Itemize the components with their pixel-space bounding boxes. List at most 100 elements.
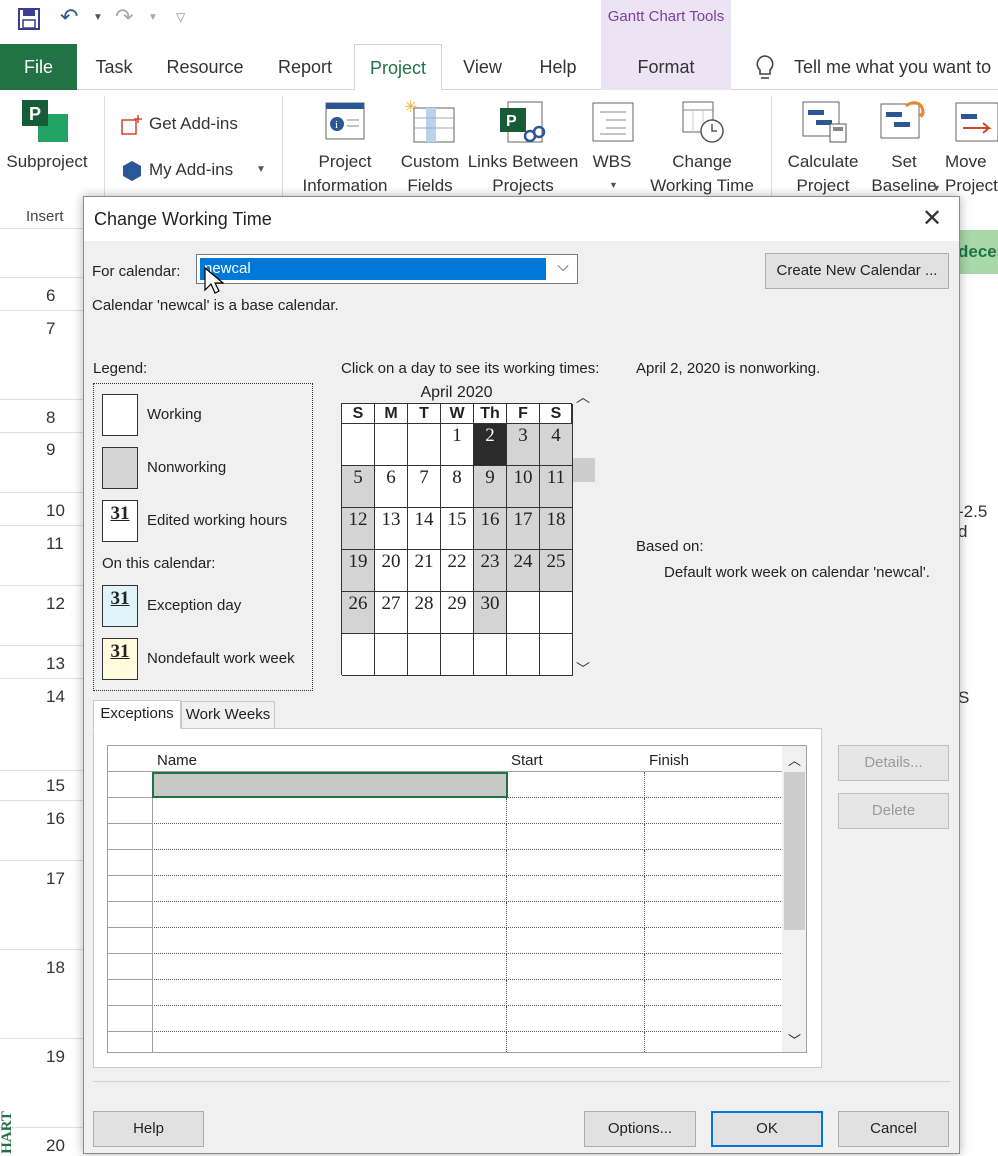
calendar-day[interactable]: 8	[441, 466, 474, 508]
calendar-select[interactable]: newcal ⌵	[196, 254, 578, 284]
calendar-day[interactable]: 28	[408, 592, 441, 634]
column-header-name[interactable]: Name	[152, 746, 507, 772]
calendar-day[interactable]: 13	[375, 508, 408, 550]
project-information-button[interactable]: Project Information	[292, 150, 398, 198]
scroll-up-icon[interactable]: ︿	[576, 387, 590, 407]
row-header-cell[interactable]	[108, 980, 153, 1006]
grid-scroll-thumb[interactable]	[784, 772, 805, 930]
scroll-up-icon[interactable]: ︿	[788, 750, 801, 769]
calendar-day[interactable]: 23	[474, 550, 507, 592]
row-header-cell[interactable]	[108, 824, 153, 850]
chevron-down-icon[interactable]: ⌵	[552, 258, 574, 280]
my-addins-button[interactable]: My Add-ins	[149, 158, 233, 182]
wbs-button[interactable]: WBS	[588, 150, 636, 174]
grid-scrollbar[interactable]: ︿ ﹀	[782, 746, 806, 1052]
column-header-finish[interactable]: Finish	[644, 746, 783, 772]
calculate-project-button[interactable]: Calculate Project	[780, 150, 866, 198]
calendar-day[interactable]: 2	[474, 424, 507, 466]
calendar-day[interactable]: 25	[540, 550, 573, 592]
calendar-day[interactable]: 27	[375, 592, 408, 634]
calendar-day[interactable]: 4	[540, 424, 573, 466]
table-row[interactable]	[108, 980, 783, 1006]
table-row[interactable]	[108, 850, 783, 876]
tab-project[interactable]: Project	[354, 44, 442, 91]
scroll-down-icon[interactable]: ﹀	[576, 659, 590, 679]
row-header-cell[interactable]	[108, 876, 153, 902]
create-new-calendar-button[interactable]: Create New Calendar ...	[765, 253, 949, 289]
set-baseline-dropdown-icon[interactable]: ▼	[932, 183, 941, 193]
table-row[interactable]	[108, 1006, 783, 1032]
table-row[interactable]	[108, 876, 783, 902]
links-between-projects-button[interactable]: Links Between Projects	[466, 150, 580, 198]
calendar-day[interactable]: 7	[408, 466, 441, 508]
calendar-day[interactable]: 29	[441, 592, 474, 634]
column-header-start[interactable]: Start	[506, 746, 645, 772]
calendar-day[interactable]: 22	[441, 550, 474, 592]
ok-button[interactable]: OK	[711, 1111, 823, 1147]
tab-format[interactable]: Format	[601, 44, 731, 90]
move-project-button[interactable]: Move Project	[945, 150, 998, 198]
redo-dropdown-icon[interactable]: ▼	[148, 12, 158, 23]
get-addins-button[interactable]: Get Add-ins	[149, 112, 238, 136]
row-header-cell[interactable]	[108, 772, 153, 798]
wbs-dropdown-icon[interactable]: ▼	[609, 180, 618, 190]
calendar-day[interactable]: 1	[441, 424, 474, 466]
calendar-day[interactable]: 11	[540, 466, 573, 508]
calendar-day[interactable]: 5	[342, 466, 375, 508]
save-icon[interactable]	[18, 8, 40, 30]
calendar-day[interactable]: 19	[342, 550, 375, 592]
tell-me-search[interactable]: Tell me what you want to	[794, 44, 998, 90]
row-header-cell[interactable]	[108, 928, 153, 954]
calendar-day[interactable]: 20	[375, 550, 408, 592]
calendar-day[interactable]: 15	[441, 508, 474, 550]
tab-report[interactable]: Report	[270, 44, 340, 90]
calendar-day[interactable]: 3	[507, 424, 540, 466]
table-row[interactable]	[108, 1032, 783, 1052]
table-row[interactable]	[108, 824, 783, 850]
row-header-cell[interactable]	[108, 902, 153, 928]
row-header-cell[interactable]	[108, 1006, 153, 1032]
cancel-button[interactable]: Cancel	[838, 1111, 949, 1147]
undo-icon[interactable]: ↶	[60, 4, 78, 30]
change-working-time-button[interactable]: Change Working Time	[645, 150, 759, 198]
row-header-cell[interactable]	[108, 798, 153, 824]
tab-help[interactable]: Help	[530, 44, 586, 90]
table-row[interactable]	[108, 902, 783, 928]
calendar-day[interactable]: 26	[342, 592, 375, 634]
customize-qat-icon[interactable]: ▽	[176, 10, 185, 24]
calendar-day[interactable]: 14	[408, 508, 441, 550]
table-row[interactable]	[108, 954, 783, 980]
delete-button[interactable]: Delete	[838, 793, 949, 829]
calendar-day[interactable]: 17	[507, 508, 540, 550]
help-button[interactable]: Help	[93, 1111, 204, 1147]
calendar-day[interactable]: 16	[474, 508, 507, 550]
tab-view[interactable]: View	[455, 44, 510, 90]
redo-icon[interactable]: ↷	[115, 4, 133, 30]
details-button[interactable]: Details...	[838, 745, 949, 781]
calendar-day[interactable]: 9	[474, 466, 507, 508]
calendar-day[interactable]: 12	[342, 508, 375, 550]
tab-resource[interactable]: Resource	[160, 44, 250, 90]
calendar-day[interactable]: 21	[408, 550, 441, 592]
undo-dropdown-icon[interactable]: ▼	[93, 12, 103, 23]
calendar-day[interactable]: 18	[540, 508, 573, 550]
tab-file[interactable]: File	[0, 44, 77, 90]
scroll-down-icon[interactable]: ﹀	[788, 1030, 801, 1049]
calendar-day[interactable]: 24	[507, 550, 540, 592]
row-header-cell[interactable]	[108, 954, 153, 980]
subproject-button[interactable]: Subproject	[2, 150, 92, 174]
selected-name-cell[interactable]	[152, 772, 508, 798]
tab-work-weeks[interactable]: Work Weeks	[181, 701, 275, 729]
calendar-day[interactable]: 6	[375, 466, 408, 508]
set-baseline-button[interactable]: Set Baseline	[866, 150, 942, 198]
row-header-cell[interactable]	[108, 1032, 153, 1052]
calendar-scroll-thumb[interactable]	[573, 458, 595, 482]
table-row[interactable]	[108, 798, 783, 824]
row-header-cell[interactable]	[108, 850, 153, 876]
table-row[interactable]	[108, 928, 783, 954]
calendar-day[interactable]: 10	[507, 466, 540, 508]
calendar-day[interactable]: 30	[474, 592, 507, 634]
options-button[interactable]: Options...	[584, 1111, 696, 1147]
custom-fields-button[interactable]: Custom Fields	[398, 150, 462, 198]
tab-task[interactable]: Task	[88, 44, 140, 90]
